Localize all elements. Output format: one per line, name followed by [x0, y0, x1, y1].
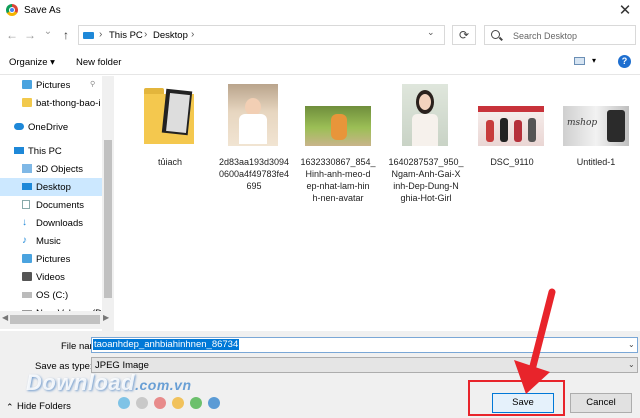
file-item-tuiach[interactable]: tủiach [130, 84, 210, 174]
file-name-line: 0600a4f49783fe4 [218, 169, 290, 179]
breadcrumb-this-pc[interactable]: This PC [109, 30, 143, 41]
address-dropdown-icon[interactable]: ⌄ [427, 27, 435, 38]
image-thumbnail: mshop [563, 106, 629, 146]
chevron-right-icon: › [144, 29, 148, 40]
navigation-pane: Pictures ⚲ bat-thong-bao-i OneDrive This… [0, 76, 105, 331]
breadcrumb-desktop[interactable]: Desktop [153, 30, 188, 41]
documents-icon [22, 200, 30, 209]
watermark-dot [172, 397, 184, 409]
watermark-dot [208, 397, 220, 409]
drive-icon [22, 292, 32, 298]
up-button[interactable]: ↑ [60, 28, 72, 42]
file-name-line: inh-Dep-Dung-N [393, 181, 459, 191]
chevron-down-icon[interactable]: ⌄ [628, 340, 635, 349]
back-button[interactable]: ← [6, 28, 18, 42]
pictures-icon [22, 80, 32, 89]
chevron-up-icon[interactable]: ⌃ [6, 402, 14, 413]
pc-icon [14, 147, 24, 154]
file-item-untitled-1[interactable]: mshop Untitled-1 [556, 84, 636, 174]
chevron-right-icon: › [191, 29, 195, 40]
cube-icon [22, 164, 32, 173]
title-bar [0, 0, 640, 22]
watermark-dot [154, 397, 166, 409]
music-icon: ♪ [22, 235, 27, 246]
file-name-line: 695 [246, 181, 262, 191]
folder-icon [22, 98, 32, 107]
search-icon [491, 30, 500, 39]
image-thumbnail [305, 106, 371, 146]
folder-icon [144, 88, 194, 146]
file-item-1632330867[interactable]: 1632330867_854_ Hinh-anh-meo-d ep-nhat-l… [298, 84, 378, 204]
cancel-button[interactable]: Cancel [570, 393, 632, 413]
new-folder-button[interactable]: New folder [76, 57, 121, 68]
image-thumbnail [402, 84, 448, 146]
image-thumbnail [228, 84, 278, 146]
chevron-right-icon: › [99, 29, 103, 40]
hide-folders-button[interactable]: Hide Folders [17, 401, 71, 412]
image-thumbnail [478, 106, 544, 146]
file-name: Untitled-1 [576, 157, 616, 167]
file-name-line: 1632330867_854_ [300, 157, 376, 167]
chevron-down-icon[interactable]: ⌄ [628, 360, 635, 369]
file-name-line: Ngam-Anh-Gai-X [391, 169, 461, 179]
file-name-line: ep-nhat-lam-hin [306, 181, 370, 191]
sidebar-horizontal-thumb[interactable] [10, 315, 100, 324]
file-item-2d83aa[interactable]: 2d83aa193d3094 0600a4f49783fe4 695 [214, 84, 294, 194]
videos-icon [22, 272, 32, 281]
annotation-arrow-icon [514, 288, 556, 394]
address-bar[interactable]: › This PC › Desktop › [78, 25, 445, 45]
sidebar-scrollbar-thumb[interactable] [104, 140, 112, 298]
file-name-line: Hinh-anh-meo-d [305, 169, 371, 179]
pc-icon [83, 32, 94, 39]
file-name: tủiach [157, 157, 183, 167]
scroll-left-icon[interactable]: ◀ [2, 313, 8, 322]
refresh-button[interactable]: ⟳ [452, 25, 476, 45]
desktop-icon [22, 183, 32, 190]
pin-icon[interactable]: ⚲ [90, 80, 95, 88]
cloud-icon [14, 123, 24, 130]
search-box[interactable]: Search Desktop [484, 25, 636, 45]
pictures-icon [22, 254, 32, 263]
watermark-dot [118, 397, 130, 409]
file-name-line: 1640287537_950_ [388, 157, 464, 167]
scroll-right-icon[interactable]: ▶ [103, 313, 109, 322]
file-name: DSC_9110 [490, 157, 534, 167]
download-icon: ↓ [22, 217, 27, 228]
file-item-1640287537[interactable]: 1640287537_950_ Ngam-Anh-Gai-X inh-Dep-D… [386, 84, 466, 204]
close-button[interactable]: ✕ [614, 1, 636, 21]
watermark-logo: Download.com.vn [26, 370, 192, 395]
file-item-dsc-9110[interactable]: DSC_9110 [472, 84, 552, 174]
file-name-line: 2d83aa193d3094 [218, 157, 290, 167]
recent-locations-button[interactable]: ⌄ [42, 26, 54, 37]
view-dropdown-icon[interactable]: ▾ [592, 56, 596, 65]
watermark-dot [190, 397, 202, 409]
file-name-line: h-nen-avatar [312, 193, 364, 203]
file-name-line: ghia-Hot-Girl [400, 193, 452, 203]
view-icon[interactable] [574, 57, 585, 65]
help-button[interactable]: ? [618, 55, 631, 68]
window-title: Save As [24, 5, 61, 16]
organize-button[interactable]: Organize ▾ [9, 57, 55, 68]
forward-button[interactable]: → [24, 28, 36, 42]
chrome-icon [6, 4, 18, 16]
watermark-dot [136, 397, 148, 409]
file-name-value[interactable]: taoanhdep_anhbiahinhnen_86734 [93, 339, 240, 350]
search-placeholder: Search Desktop [513, 31, 578, 41]
